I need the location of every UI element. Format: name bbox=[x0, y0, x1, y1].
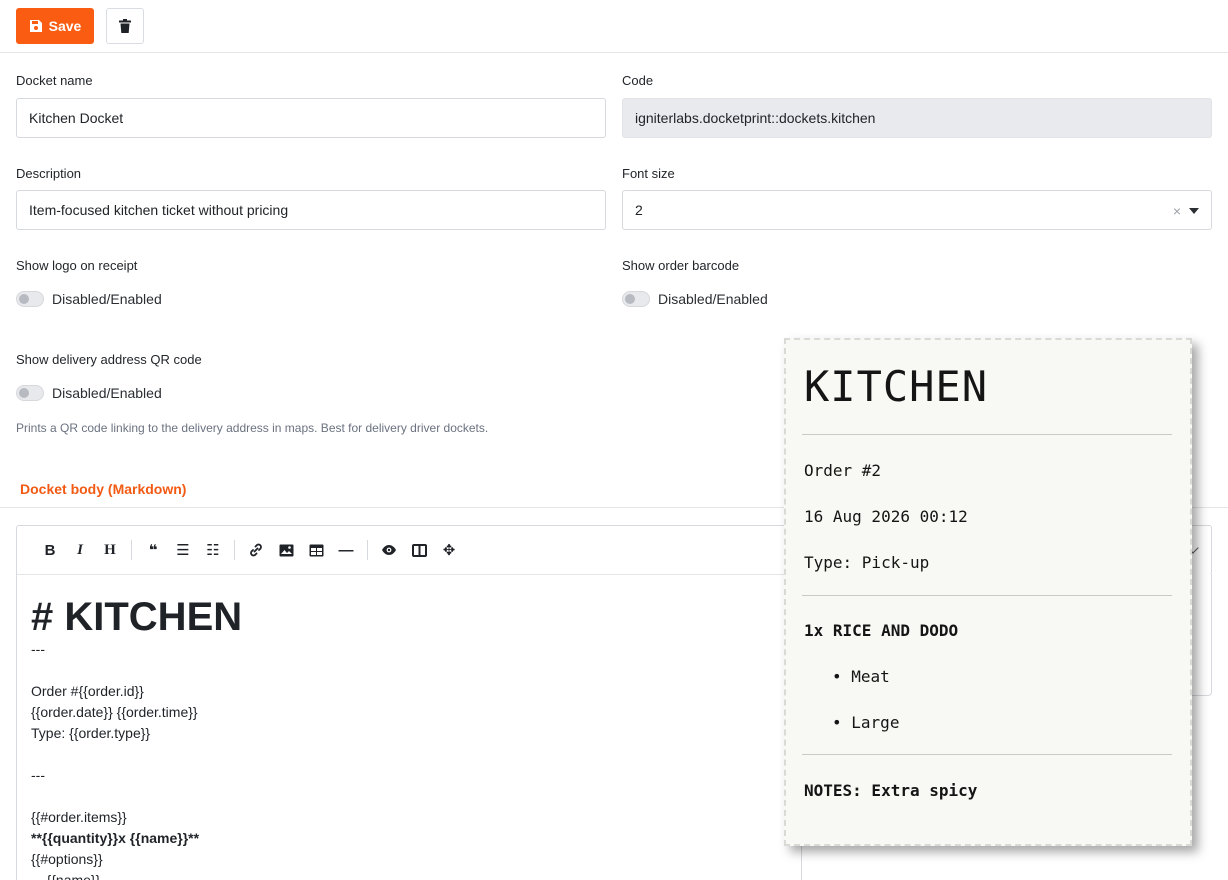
font-size-select[interactable]: 2 × bbox=[622, 190, 1212, 230]
top-toolbar: Save bbox=[0, 0, 1228, 53]
docket-name-label: Docket name bbox=[16, 73, 93, 88]
show-logo-toggle-label: Disabled/Enabled bbox=[52, 291, 162, 307]
delete-button[interactable] bbox=[106, 8, 144, 44]
font-size-value: 2 bbox=[635, 202, 643, 218]
clear-icon[interactable]: × bbox=[1173, 203, 1181, 219]
receipt-datetime: 16 Aug 2026 00:12 bbox=[804, 507, 968, 526]
receipt-option: • Large bbox=[832, 713, 899, 732]
show-barcode-label: Show order barcode bbox=[622, 258, 740, 273]
show-logo-toggle-row: Disabled/Enabled bbox=[16, 291, 162, 307]
horizontal-rule-icon[interactable]: — bbox=[331, 535, 361, 565]
editor-line: {{name}} bbox=[31, 872, 101, 880]
show-logo-label: Show logo on receipt bbox=[16, 258, 138, 273]
ordered-list-icon[interactable]: ☷ bbox=[198, 535, 228, 565]
editor-toolbar: B I H ❝ ☰ ☷ — ✥ bbox=[17, 526, 801, 575]
italic-icon[interactable]: I bbox=[65, 535, 95, 565]
editor-line: {{order.date}} {{order.time}} bbox=[31, 704, 198, 720]
description-label: Description bbox=[16, 166, 82, 181]
description-value: Item-focused kitchen ticket without pric… bbox=[29, 202, 289, 218]
receipt-notes: NOTES: Extra spicy bbox=[804, 781, 978, 800]
save-button-label: Save bbox=[48, 18, 82, 34]
editor-line: {{#order.items}} bbox=[31, 809, 127, 825]
code-value: igniterlabs.docketprint::dockets.kitchen bbox=[635, 110, 876, 126]
receipt-title: KITCHEN bbox=[804, 362, 989, 411]
receipt-divider bbox=[802, 754, 1172, 755]
trash-icon bbox=[119, 19, 131, 33]
show-qr-label: Show delivery address QR code bbox=[16, 352, 202, 367]
receipt-preview: KITCHEN Order #2 16 Aug 2026 00:12 Type:… bbox=[784, 338, 1192, 846]
toolbar-separator bbox=[131, 540, 132, 560]
editor-content[interactable]: # KITCHEN --- Order #{{order.id}} {{orde… bbox=[17, 575, 801, 880]
fullscreen-icon[interactable]: ✥ bbox=[434, 535, 464, 565]
receipt-type: Type: Pick-up bbox=[804, 553, 930, 572]
show-qr-toggle-row: Disabled/Enabled bbox=[16, 385, 162, 401]
heading-icon[interactable]: H bbox=[95, 535, 125, 565]
bullet: • bbox=[832, 713, 842, 732]
toolbar-separator bbox=[234, 540, 235, 560]
quote-icon[interactable]: ❝ bbox=[138, 535, 168, 565]
caret-down-icon[interactable] bbox=[1189, 208, 1199, 214]
table-icon[interactable] bbox=[301, 535, 331, 565]
receipt-option-text: Large bbox=[851, 713, 900, 732]
show-barcode-toggle[interactable] bbox=[622, 291, 650, 307]
editor-line: **{{quantity}}x {{name}}** bbox=[31, 830, 200, 846]
side-by-side-icon[interactable] bbox=[404, 535, 434, 565]
tab-docket-body[interactable]: Docket body (Markdown) bbox=[20, 481, 186, 497]
show-barcode-toggle-row: Disabled/Enabled bbox=[622, 291, 768, 307]
receipt-option-text: Meat bbox=[851, 667, 890, 686]
markdown-editor: B I H ❝ ☰ ☷ — ✥ # KITCHEN --- Order #{{o… bbox=[16, 525, 802, 880]
editor-heading-line: # KITCHEN bbox=[31, 595, 243, 639]
unordered-list-icon[interactable]: ☰ bbox=[168, 535, 198, 565]
editor-line: Order #{{order.id}} bbox=[31, 683, 144, 699]
receipt-divider bbox=[802, 434, 1172, 435]
description-input[interactable]: Item-focused kitchen ticket without pric… bbox=[16, 190, 606, 230]
save-button[interactable]: Save bbox=[16, 8, 94, 44]
show-qr-help-text: Prints a QR code linking to the delivery… bbox=[16, 421, 489, 435]
receipt-order: Order #2 bbox=[804, 461, 882, 480]
show-qr-toggle[interactable] bbox=[16, 385, 44, 401]
show-logo-toggle[interactable] bbox=[16, 291, 44, 307]
docket-name-input[interactable]: Kitchen Docket bbox=[16, 98, 606, 138]
receipt-divider bbox=[802, 595, 1172, 596]
code-input: igniterlabs.docketprint::dockets.kitchen bbox=[622, 98, 1212, 138]
editor-line: {{#options}} bbox=[31, 851, 103, 867]
image-icon[interactable] bbox=[271, 535, 301, 565]
floppy-disk-icon bbox=[29, 20, 42, 32]
code-label: Code bbox=[622, 73, 654, 88]
link-icon[interactable] bbox=[241, 535, 271, 565]
font-size-label: Font size bbox=[622, 166, 675, 181]
bold-icon[interactable]: B bbox=[35, 535, 65, 565]
toolbar-separator bbox=[367, 540, 368, 560]
preview-eye-icon[interactable] bbox=[374, 535, 404, 565]
receipt-option: • Meat bbox=[832, 667, 890, 686]
bullet: • bbox=[832, 667, 842, 686]
show-qr-toggle-label: Disabled/Enabled bbox=[52, 385, 162, 401]
editor-line: --- bbox=[31, 767, 45, 783]
editor-line: Type: {{order.type}} bbox=[31, 725, 151, 741]
show-barcode-toggle-label: Disabled/Enabled bbox=[658, 291, 768, 307]
editor-line: --- bbox=[31, 641, 45, 657]
docket-name-value: Kitchen Docket bbox=[29, 110, 124, 126]
receipt-item: 1x RICE AND DODO bbox=[804, 621, 959, 640]
